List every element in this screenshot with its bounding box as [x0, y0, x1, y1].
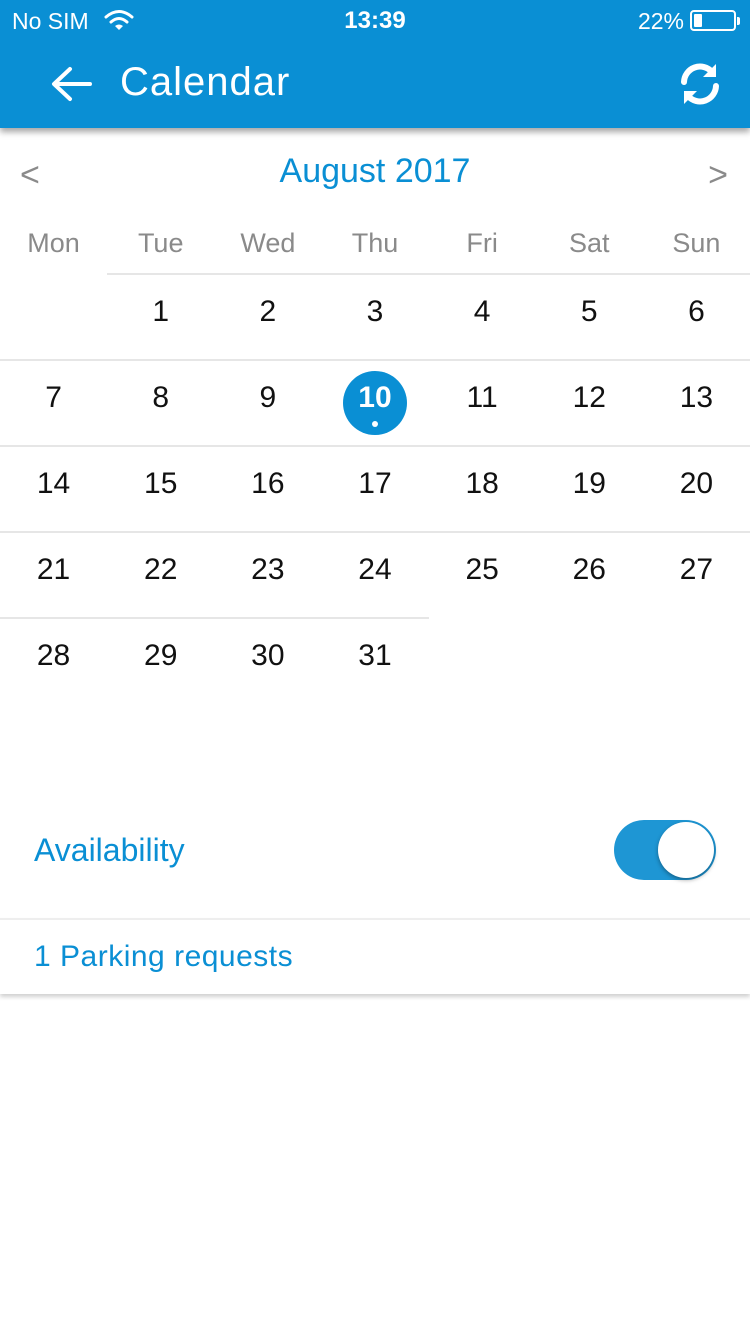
day-cell[interactable]: 17 — [321, 445, 428, 531]
day-cell[interactable]: 4 — [429, 273, 536, 359]
battery-fill — [694, 14, 703, 27]
day-cell[interactable]: 1 — [107, 273, 214, 359]
weekday-label: Sun — [672, 228, 721, 258]
calendar-grid: 1 2 3 4 5 6 7 8 9 10 11 12 13 14 15 16 17 18 19 20 21 22 23 24 2… — [0, 273, 750, 703]
weekday-label: Mon — [27, 228, 80, 258]
month-navigation: < August 2017 > — [0, 140, 750, 210]
empty-day-cell — [643, 617, 750, 703]
day-cell[interactable]: 30 — [214, 617, 321, 703]
availability-label: Availability — [34, 832, 185, 868]
week-row: 14 15 16 17 18 19 20 — [0, 445, 750, 531]
day-cell[interactable]: 14 — [0, 445, 107, 531]
selected-day-cell[interactable]: 10 — [321, 359, 428, 445]
parking-requests-row[interactable]: 1 Parking requests — [0, 918, 750, 994]
battery-icon — [690, 10, 740, 31]
weekday-header: Mon Tue Wed Thu Fri Sat Sun — [0, 228, 750, 272]
weekday-label: Wed — [240, 228, 296, 258]
week-row: 7 8 9 10 11 12 13 — [0, 359, 750, 445]
day-cell[interactable]: 20 — [643, 445, 750, 531]
weekday-label: Sat — [569, 228, 610, 258]
event-dot-icon — [371, 421, 378, 427]
day-cell[interactable]: 26 — [536, 531, 643, 617]
day-cell[interactable]: 5 — [536, 273, 643, 359]
weekday-label: Tue — [137, 228, 184, 258]
empty-day-cell — [536, 617, 643, 703]
empty-day-cell — [0, 273, 107, 359]
day-cell[interactable]: 18 — [429, 445, 536, 531]
day-cell[interactable]: 19 — [536, 445, 643, 531]
day-cell[interactable]: 3 — [321, 273, 428, 359]
refresh-icon[interactable] — [674, 58, 726, 110]
app-header: No SIM 13:39 22% Calendar — [0, 0, 750, 128]
day-cell[interactable]: 21 — [0, 531, 107, 617]
day-cell[interactable]: 15 — [107, 445, 214, 531]
toggle-knob — [658, 822, 714, 878]
parking-requests-label: 1 Parking requests — [34, 940, 294, 973]
day-cell[interactable]: 8 — [107, 359, 214, 445]
day-cell[interactable]: 16 — [214, 445, 321, 531]
day-cell[interactable]: 9 — [214, 359, 321, 445]
next-month-button[interactable]: > — [708, 156, 728, 195]
month-title: August 2017 — [279, 152, 471, 190]
day-cell[interactable]: 25 — [429, 531, 536, 617]
availability-row: Availability — [0, 800, 750, 910]
day-cell[interactable]: 13 — [643, 359, 750, 445]
day-cell[interactable]: 7 — [0, 359, 107, 445]
weekday-label: Thu — [351, 228, 399, 258]
weekday-label: Fri — [466, 228, 498, 258]
toolbar: Calendar — [0, 40, 750, 128]
day-cell[interactable]: 27 — [643, 531, 750, 617]
day-cell[interactable]: 11 — [429, 359, 536, 445]
day-cell[interactable]: 12 — [536, 359, 643, 445]
day-cell[interactable]: 31 — [321, 617, 428, 703]
week-row: 28 29 30 31 — [0, 617, 750, 703]
day-cell[interactable]: 22 — [107, 531, 214, 617]
day-number: 10 — [358, 381, 392, 414]
page-title: Calendar — [120, 60, 291, 104]
day-cell[interactable]: 23 — [214, 531, 321, 617]
day-cell[interactable]: 2 — [214, 273, 321, 359]
arrow-left-icon[interactable] — [42, 58, 102, 110]
battery-percent: 22% — [637, 8, 684, 34]
week-row: 123456 — [0, 273, 750, 359]
day-cell[interactable]: 6 — [643, 273, 750, 359]
day-cell[interactable]: 28 — [0, 617, 107, 703]
day-cell[interactable]: 29 — [107, 617, 214, 703]
week-row: 21 22 23 24 25 26 27 — [0, 531, 750, 617]
availability-toggle[interactable] — [614, 820, 716, 880]
empty-day-cell — [429, 617, 536, 703]
day-cell[interactable]: 24 — [321, 531, 428, 617]
status-bar: No SIM 13:39 22% — [0, 0, 750, 40]
